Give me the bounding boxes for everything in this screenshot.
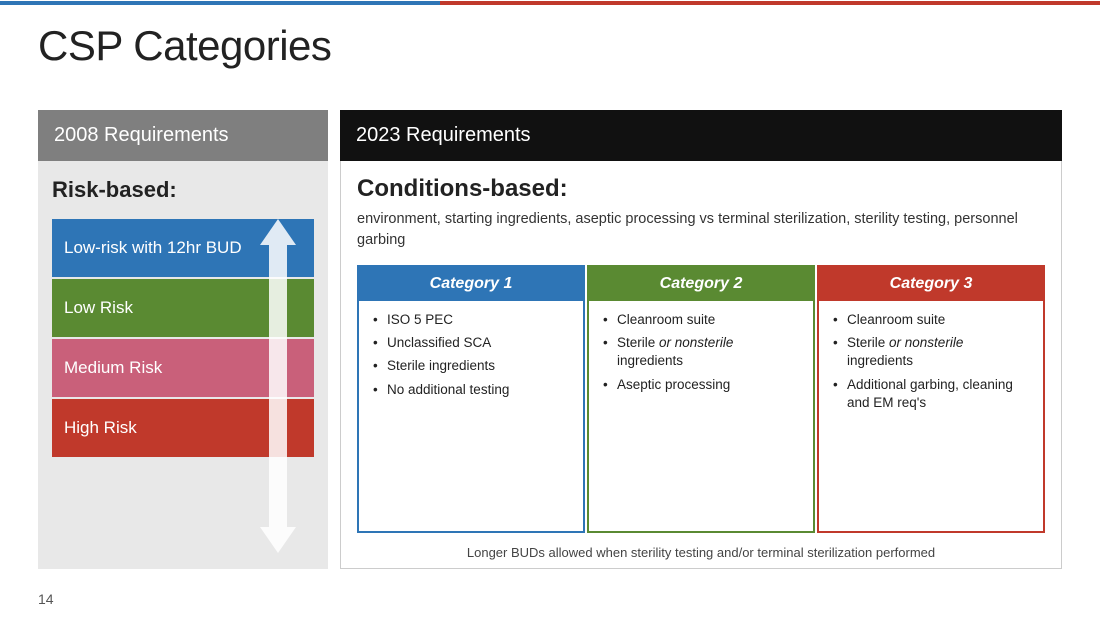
list-item: Aseptic processing xyxy=(603,376,803,394)
list-item: Cleanroom suite xyxy=(603,311,803,329)
conditions-title: Conditions-based: xyxy=(357,175,1045,203)
arrow-shaft xyxy=(269,245,287,527)
arrow-down-icon xyxy=(260,527,296,553)
category-3-header: Category 3 xyxy=(819,267,1043,301)
risk-level-medium-label: Medium Risk xyxy=(64,358,162,378)
list-item: ISO 5 PEC xyxy=(373,311,573,329)
page-number: 14 xyxy=(38,591,54,607)
category-1-body: ISO 5 PEC Unclassified SCA Sterile ingre… xyxy=(359,301,583,531)
category-2-list: Cleanroom suite Sterile or nonsterile in… xyxy=(603,311,803,394)
category-1-header: Category 1 xyxy=(359,267,583,301)
risk-level-high-label: High Risk xyxy=(64,418,137,438)
category-2-header: Category 2 xyxy=(589,267,813,301)
categories-row: Category 1 ISO 5 PEC Unclassified SCA St… xyxy=(357,265,1045,533)
risk-levels: Low-risk with 12hr BUD Low Risk Medium R… xyxy=(52,219,314,553)
bidirectional-arrow xyxy=(260,219,296,553)
top-accent-bar xyxy=(0,0,1100,6)
category-2-body: Cleanroom suite Sterile or nonsterile in… xyxy=(589,301,813,531)
panel-body-2023: Conditions-based: environment, starting … xyxy=(340,161,1062,569)
category-1-list: ISO 5 PEC Unclassified SCA Sterile ingre… xyxy=(373,311,573,399)
category-3-body: Cleanroom suite Sterile or nonsterile in… xyxy=(819,301,1043,531)
category-3-list: Cleanroom suite Sterile or nonsterile in… xyxy=(833,311,1033,412)
risk-based-label: Risk-based: xyxy=(52,177,314,203)
risk-level-low-12hr-label: Low-risk with 12hr BUD xyxy=(64,238,242,258)
red-accent xyxy=(440,1,1100,5)
footer-note: Longer BUDs allowed when sterility testi… xyxy=(357,541,1045,560)
list-item: Sterile or nonsterile ingredients xyxy=(833,334,1033,370)
list-item: Additional garbing, cleaning and EM req'… xyxy=(833,376,1033,412)
list-item: No additional testing xyxy=(373,381,573,399)
blue-accent xyxy=(0,1,440,5)
conditions-description: environment, starting ingredients, asept… xyxy=(357,209,1045,251)
panel-header-2023: 2023 Requirements xyxy=(340,110,1062,161)
main-content: 2008 Requirements Risk-based: Low-risk w… xyxy=(38,110,1062,569)
list-item: Sterile ingredients xyxy=(373,357,573,375)
list-item: Sterile or nonsterile ingredients xyxy=(603,334,803,370)
category-3-col: Category 3 Cleanroom suite Sterile or no… xyxy=(817,265,1045,533)
panel-body-2008: Risk-based: Low-risk with 12hr BUD Low R… xyxy=(38,161,328,569)
left-panel-2008: 2008 Requirements Risk-based: Low-risk w… xyxy=(38,110,328,569)
list-item: Cleanroom suite xyxy=(833,311,1033,329)
right-panel-2023: 2023 Requirements Conditions-based: envi… xyxy=(340,110,1062,569)
category-1-col: Category 1 ISO 5 PEC Unclassified SCA St… xyxy=(357,265,585,533)
category-2-col: Category 2 Cleanroom suite Sterile or no… xyxy=(587,265,815,533)
risk-level-low-label: Low Risk xyxy=(64,298,133,318)
page-title: CSP Categories xyxy=(38,22,331,70)
panel-header-2008: 2008 Requirements xyxy=(38,110,328,161)
list-item: Unclassified SCA xyxy=(373,334,573,352)
arrow-up-icon xyxy=(260,219,296,245)
